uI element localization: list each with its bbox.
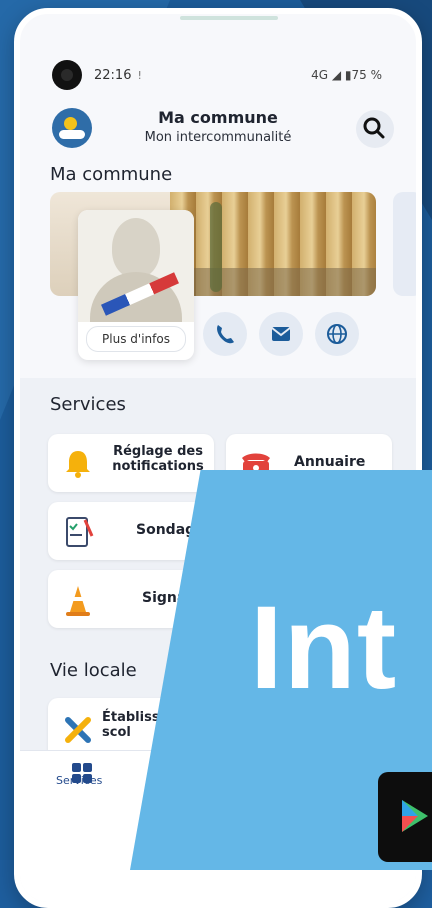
marianne-head [112,218,160,278]
tree-shape [210,202,222,292]
marianne-card[interactable]: Plus d'infos [78,210,194,360]
status-indicators: 4G ◢ ▮75 % [311,68,382,82]
section-title-vie-locale: Vie locale [50,660,137,681]
status-time: 22:16 [94,67,132,83]
town-hall-photo [170,192,376,296]
tools-icon [65,717,91,743]
phone-notch [180,16,278,20]
status-bar: 22:16 ! 4G ◢ ▮75 % [52,60,382,90]
phone-icon [217,325,234,344]
promo-overlay-text: Int [250,582,398,714]
store-badge[interactable] [378,772,432,862]
tile-label-annuaire: Annuaire [294,454,366,470]
status-alert-icon: ! [137,68,142,82]
tile-label-notifications: Réglage des notifications [112,444,204,474]
traffic-cone-icon [66,586,90,616]
email-button[interactable] [259,312,303,356]
play-store-icon [402,800,428,832]
section-title-commune: Ma commune [50,164,173,185]
section-title-services: Services [50,394,126,415]
tab-services[interactable]: Services [56,774,102,787]
call-button[interactable] [203,312,247,356]
globe-icon [327,324,347,344]
search-icon [363,117,385,139]
camera-icon [52,60,82,90]
search-button[interactable] [356,110,394,148]
marianne-image [78,210,194,322]
more-info-button[interactable]: Plus d'infos [86,326,186,352]
next-card-peek[interactable] [393,192,416,296]
bell-icon [66,451,90,478]
mail-icon [271,327,291,341]
app-header: Ma commune Mon intercommunalité [20,102,416,158]
clipboard-icon [66,517,94,547]
website-button[interactable] [315,312,359,356]
tile-notifications[interactable]: Réglage des notifications [48,434,214,492]
